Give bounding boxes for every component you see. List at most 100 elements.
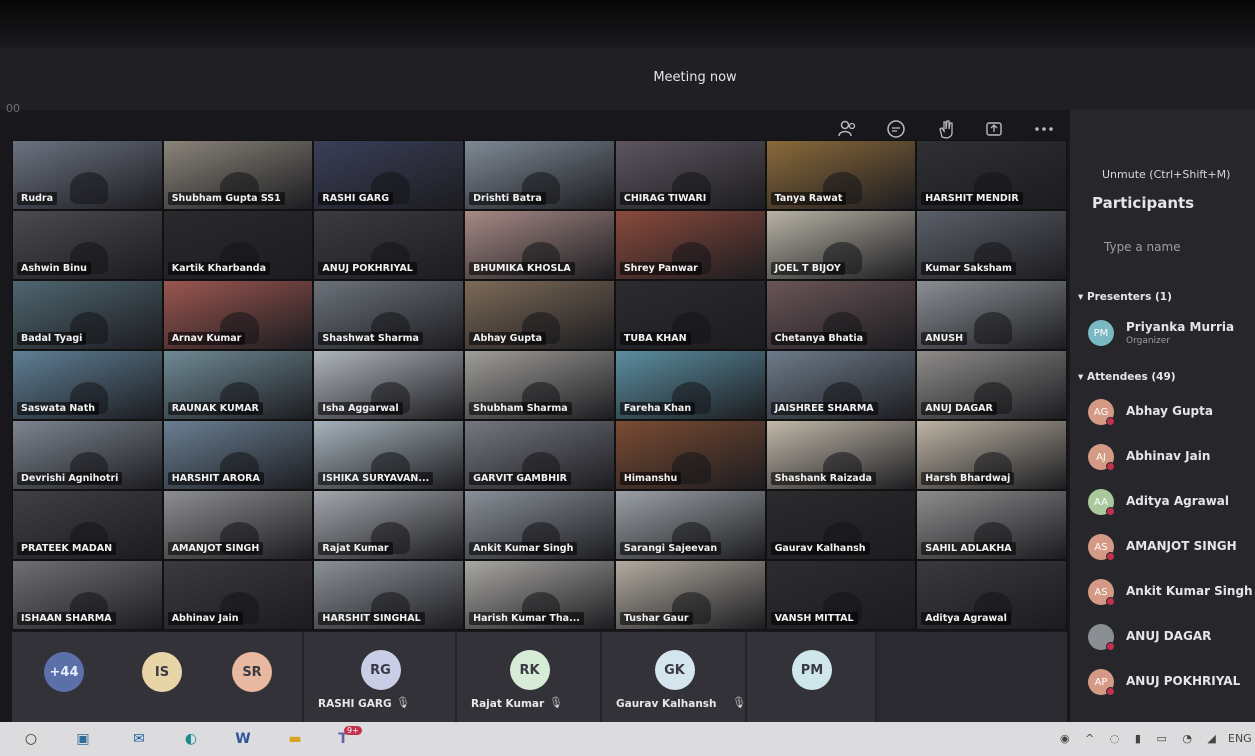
share-tray-icon[interactable] (980, 116, 1008, 142)
participant-video-tile[interactable]: TUBA KHAN (614, 280, 766, 350)
participant-name-label: Ashwin Binu (17, 262, 91, 275)
search-circle-icon[interactable]: ○ (20, 729, 42, 749)
participant-name-label: Isha Aggarwal (318, 402, 403, 415)
avatar[interactable]: SR (232, 652, 272, 692)
presenter-name: Priyanka Murria (1126, 320, 1235, 334)
participant-video-tile[interactable]: SAHIL ADLAKHA (916, 490, 1067, 560)
participant-video-tile[interactable]: AMANJOT SINGH (162, 490, 314, 560)
participant-name-label: Kumar Saksham (921, 262, 1016, 275)
attendee-row[interactable]: AG Abhay Gupta (1088, 397, 1255, 427)
participant-name-label: Abhay Gupta (469, 332, 546, 345)
participant-video-tile[interactable]: Ankit Kumar Singh (464, 490, 615, 560)
attendee-row[interactable]: AA Aditya Agrawal (1088, 487, 1255, 517)
participant-video-tile[interactable]: Drishti Batra (464, 140, 615, 210)
participant-audio-tile[interactable]: PM (747, 632, 877, 722)
participant-name-label: Shashank Raizada (770, 472, 876, 485)
participant-name-label: JAISHREE SHARMA (770, 402, 878, 415)
participant-video-tile[interactable]: Fareha Khan (614, 350, 766, 420)
participant-video-tile[interactable]: RASHI GARG (313, 140, 465, 210)
participant-video-tile[interactable]: Kartik Kharbanda (162, 210, 314, 280)
participant-video-tile[interactable]: Tushar Gaur (614, 560, 766, 630)
raise-hand-icon[interactable] (932, 116, 960, 142)
participant-video-tile[interactable]: Aditya Agrawal (916, 560, 1067, 630)
attendee-row[interactable]: ANUJ DAGAR (1088, 622, 1255, 652)
participant-video-tile[interactable]: CHIRAG TIWARI (614, 140, 766, 210)
word-icon[interactable]: W (232, 729, 254, 749)
participant-video-tile[interactable]: Ashwin Binu (12, 210, 163, 280)
teams-notification-badge: 9+ (344, 726, 362, 735)
chat-icon[interactable] (882, 116, 910, 142)
avatar[interactable]: IS (142, 652, 182, 692)
participant-video-tile[interactable]: ANUSH (916, 280, 1067, 350)
participant-video-tile[interactable]: Tanya Rawat (765, 140, 917, 210)
participant-name-label: ISHIKA SURYAVAN... (318, 472, 434, 485)
participant-audio-tile[interactable]: RK Rajat Kumar 🎙 (457, 632, 602, 722)
participant-video-tile[interactable]: Kumar Saksham (916, 210, 1067, 280)
participant-video-tile[interactable]: Saswata Nath (12, 350, 163, 420)
participant-video-tile[interactable]: JAISHREE SHARMA (765, 350, 917, 420)
participant-name-label: Tushar Gaur (619, 612, 693, 625)
attendee-row[interactable]: AS Ankit Kumar Singh (1088, 577, 1255, 607)
file-explorer-icon[interactable]: ▬ (284, 729, 306, 749)
participant-video-tile[interactable]: ANUJ POKHRIYAL (313, 210, 465, 280)
participant-video-tile[interactable]: Rudra (12, 140, 163, 210)
participant-video-tile[interactable]: Chetanya Bhatia (765, 280, 917, 350)
participant-video-tile[interactable]: Rajat Kumar (313, 490, 465, 560)
attendee-row[interactable]: AP ANUJ POKHRIYAL (1088, 667, 1255, 697)
participant-video-tile[interactable]: Abhay Gupta (464, 280, 615, 350)
participant-video-tile[interactable]: Harish Kumar Tha... (464, 560, 615, 630)
store-icon[interactable]: ▣ (72, 729, 94, 749)
participant-audio-tile[interactable]: GK Gaurav Kalhansh 🎙 (602, 632, 747, 722)
attendee-row[interactable]: AS AMANJOT SINGH (1088, 532, 1255, 562)
laptop-screen: Meeting now 00 Rudra Shubham Gupta SS1 RAS… (0, 0, 1255, 756)
muted-status-badge (1106, 687, 1115, 696)
participant-video-tile[interactable]: Sarangi Sajeevan (614, 490, 766, 560)
attendee-row[interactable]: AJ Abhinav Jain (1088, 442, 1255, 472)
participant-name-label: BHUMIKA KHOSLA (469, 262, 575, 275)
more-icon[interactable] (1030, 116, 1058, 142)
participant-search-input[interactable]: Type a name (1104, 240, 1181, 254)
participant-name-label: Rajat Kumar (471, 698, 545, 710)
more-participants-button[interactable]: +44 (44, 652, 84, 692)
presenters-heading[interactable]: ▾ Presenters (1) (1078, 291, 1172, 303)
participant-video-tile[interactable]: GARVIT GAMBHIR (464, 420, 615, 490)
unmute-tooltip: Unmute (Ctrl+Shift+M) (1102, 168, 1231, 181)
screen-bezel (0, 0, 1255, 48)
participant-video-tile[interactable]: BHUMIKA KHOSLA (464, 210, 615, 280)
participant-video-tile[interactable]: Arnav Kumar (162, 280, 314, 350)
participant-audio-tile[interactable]: RG RASHI GARG 🎙 (304, 632, 457, 722)
attendee-name: ANUJ POKHRIYAL (1126, 674, 1241, 688)
participant-video-tile[interactable]: Badal Tyagi (12, 280, 163, 350)
participant-video-tile[interactable]: Shubham Sharma (464, 350, 615, 420)
participant-video-tile[interactable]: Gaurav Kalhansh (765, 490, 917, 560)
participant-video-tile[interactable]: VANSH MITTAL (765, 560, 917, 630)
system-tray-language[interactable]: ENG (1228, 732, 1252, 745)
participant-video-tile[interactable]: Harsh Bhardwaj (916, 420, 1067, 490)
participant-video-tile[interactable]: JOEL T BIJOY (765, 210, 917, 280)
avatar: GK (654, 650, 695, 690)
participant-video-tile[interactable]: Shashwat Sharma (313, 280, 465, 350)
participant-video-tile[interactable]: HARSHIT ARORA (162, 420, 314, 490)
participant-video-tile[interactable]: HARSHIT SINGHAL (313, 560, 465, 630)
participant-name-label: Shashwat Sharma (318, 332, 423, 345)
attendees-heading[interactable]: ▾ Attendees (49) (1078, 371, 1176, 383)
presenter-row[interactable]: PM Priyanka Murria Organizer (1088, 318, 1255, 348)
participant-video-tile[interactable]: Shrey Panwar (614, 210, 766, 280)
participant-video-tile[interactable]: Isha Aggarwal (313, 350, 465, 420)
participant-video-tile[interactable]: ISHIKA SURYAVAN... (313, 420, 465, 490)
collapse-arrow-icon: ▾ (1078, 371, 1087, 383)
participant-video-tile[interactable]: Devrishi Agnihotri (12, 420, 163, 490)
participant-video-tile[interactable]: Shubham Gupta SS1 (162, 140, 314, 210)
mail-icon[interactable]: ✉ (128, 729, 150, 749)
system-tray-icons[interactable]: ◉ ^ ◌ ▮ ▭ ◔ ◢ (1060, 732, 1222, 745)
participant-video-tile[interactable]: Shashank Raizada (765, 420, 917, 490)
participant-video-tile[interactable]: HARSHIT MENDIR (916, 140, 1067, 210)
participant-video-tile[interactable]: Abhinav Jain (162, 560, 314, 630)
participant-video-tile[interactable]: ANUJ DAGAR (916, 350, 1067, 420)
edge-icon[interactable]: ◐ (180, 729, 202, 749)
participant-video-tile[interactable]: ISHAAN SHARMA (12, 560, 163, 630)
participant-video-tile[interactable]: PRATEEK MADAN (12, 490, 163, 560)
participant-video-tile[interactable]: Himanshu (614, 420, 766, 490)
people-icon[interactable] (834, 116, 862, 142)
participant-video-tile[interactable]: RAUNAK KUMAR (162, 350, 314, 420)
